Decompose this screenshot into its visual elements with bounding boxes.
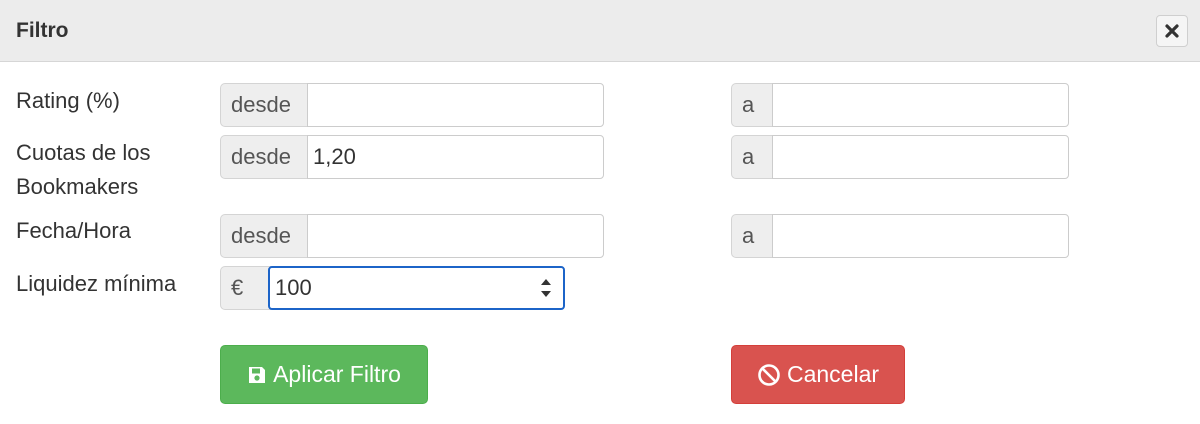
ban-icon bbox=[758, 363, 780, 386]
date-label: Fecha/Hora bbox=[16, 218, 131, 243]
rating-to-addon: a bbox=[731, 83, 773, 127]
odds-from-addon: desde bbox=[220, 135, 308, 179]
number-spinner-icon[interactable] bbox=[539, 275, 553, 301]
floppy-disk-icon bbox=[249, 366, 266, 383]
liquidity-input[interactable]: 100 bbox=[268, 266, 565, 310]
date-from-input[interactable] bbox=[307, 214, 604, 258]
cancel-label: Cancelar bbox=[786, 361, 880, 387]
apply-filter-label: Aplicar Filtro bbox=[273, 361, 401, 387]
odds-from-input[interactable]: 1,20 bbox=[307, 135, 604, 179]
dialog-header: Filtro bbox=[0, 0, 1200, 62]
odds-label: Cuotas de los Bookmakers bbox=[16, 140, 151, 199]
liquidity-label: Liquidez mínima bbox=[16, 271, 177, 296]
currency-addon: € bbox=[220, 266, 272, 310]
apply-filter-button[interactable]: Aplicar Filtro bbox=[220, 345, 428, 404]
rating-from-input[interactable] bbox=[307, 83, 604, 127]
date-to-input[interactable] bbox=[772, 214, 1069, 258]
dialog-title: Filtro bbox=[16, 19, 69, 42]
odds-to-input[interactable] bbox=[772, 135, 1069, 179]
date-to-addon: a bbox=[731, 214, 773, 258]
rating-to-input[interactable] bbox=[772, 83, 1069, 127]
close-icon bbox=[1165, 24, 1179, 38]
date-from-addon: desde bbox=[220, 214, 308, 258]
liquidity-value: 100 bbox=[275, 275, 312, 300]
rating-label: Rating (%) bbox=[16, 88, 120, 113]
cancel-button[interactable]: Cancelar bbox=[731, 345, 905, 404]
rating-from-addon: desde bbox=[220, 83, 308, 127]
odds-to-addon: a bbox=[731, 135, 773, 179]
close-button[interactable] bbox=[1156, 15, 1188, 47]
